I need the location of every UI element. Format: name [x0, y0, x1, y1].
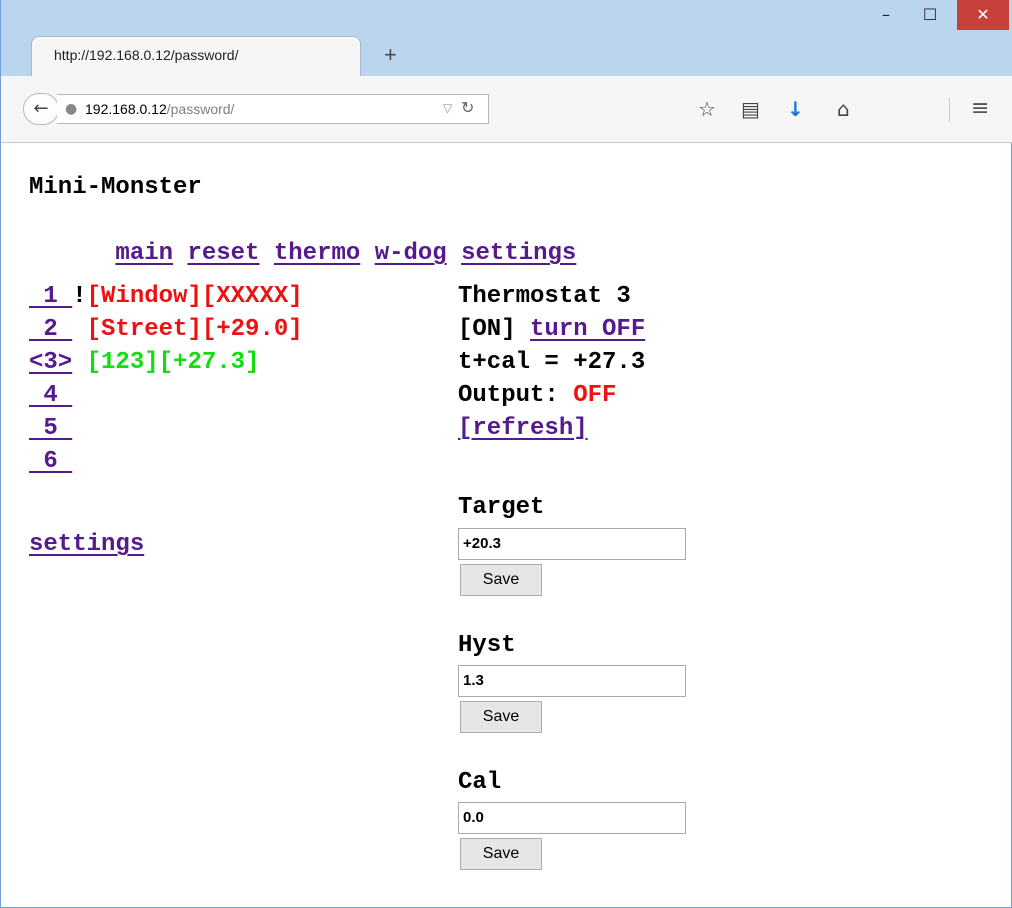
- channel-link[interactable]: <3>: [29, 349, 72, 376]
- maximize-button[interactable]: ☐: [913, 0, 947, 30]
- url-text: 192.168.0.12/password/: [85, 101, 234, 117]
- target-input[interactable]: +20.3: [458, 528, 686, 560]
- navigation-toolbar: ← ● 192.168.0.12/password/ ▽ ↻ ☆ ▤ ↓ ⌂ ≡: [1, 76, 1012, 143]
- nav-settings[interactable]: settings: [461, 240, 576, 267]
- channel-value: [+29.0]: [201, 316, 303, 343]
- tab-title: http://192.168.0.12/password/: [54, 47, 239, 63]
- channel-link[interactable]: 5: [29, 415, 72, 442]
- page-title: Mini-Monster: [29, 174, 202, 201]
- globe-icon: ●: [65, 101, 78, 117]
- reader-icon[interactable]: ▤: [741, 98, 760, 120]
- settings-link[interactable]: settings: [29, 531, 144, 558]
- page-content: Mini-Monster main reset thermo w-dog set…: [1, 143, 1011, 906]
- channel-value: [+27.3]: [158, 349, 260, 376]
- thermostat-title: Thermostat 3: [458, 283, 631, 310]
- close-button[interactable]: ✕: [957, 0, 1009, 30]
- nav-main[interactable]: main: [115, 240, 173, 267]
- download-icon[interactable]: ↓: [787, 98, 804, 120]
- title-bar: http://192.168.0.12/password/ + – ☐ ✕: [1, 0, 1012, 76]
- menu-icon[interactable]: ≡: [971, 96, 989, 121]
- refresh-row: [refresh]: [458, 414, 588, 444]
- browser-tab[interactable]: http://192.168.0.12/password/: [31, 36, 361, 76]
- reload-icon[interactable]: ↻: [461, 98, 474, 117]
- cal-input[interactable]: 0.0: [458, 802, 686, 834]
- thermostat-state-row: [ON] turn OFF: [458, 315, 645, 345]
- cal-save-button[interactable]: Save: [460, 838, 542, 870]
- nav-w-dog[interactable]: w-dog: [375, 240, 447, 267]
- new-tab-button[interactable]: +: [384, 42, 397, 68]
- back-icon[interactable]: ←: [23, 93, 59, 125]
- cal-label: Cal: [458, 769, 502, 796]
- nav-reset[interactable]: reset: [187, 240, 259, 267]
- channel-row: 5: [29, 414, 72, 444]
- settings-link-row: settings: [29, 530, 144, 560]
- hyst-label: Hyst: [458, 632, 516, 659]
- turn-off-link[interactable]: turn OFF: [530, 316, 645, 343]
- hyst-input[interactable]: 1.3: [458, 665, 686, 697]
- home-icon[interactable]: ⌂: [837, 98, 850, 120]
- dropdown-icon[interactable]: ▽: [443, 101, 452, 115]
- target-save-button[interactable]: Save: [460, 564, 542, 596]
- channel-row: <3> [123][+27.3]: [29, 348, 259, 378]
- output-value: OFF: [573, 382, 617, 409]
- channel-value: [XXXXX]: [201, 283, 303, 310]
- channel-row: 2 [Street][+29.0]: [29, 315, 303, 345]
- channel-name: [Window]: [86, 283, 202, 310]
- target-label: Target: [458, 494, 545, 521]
- url-path: /password/: [166, 101, 235, 117]
- output-row: Output: OFF: [458, 381, 616, 411]
- output-label: Output:: [458, 382, 559, 409]
- channel-link[interactable]: 2: [29, 316, 72, 343]
- channel-name: [123]: [86, 349, 159, 376]
- minimize-button[interactable]: –: [869, 0, 903, 30]
- hyst-save-button[interactable]: Save: [460, 701, 542, 733]
- toolbar-divider: [949, 98, 950, 122]
- nav-thermo[interactable]: thermo: [274, 240, 360, 267]
- alert-mark: !: [72, 283, 87, 310]
- star-icon[interactable]: ☆: [698, 98, 716, 120]
- thermostat-state: [ON]: [458, 316, 516, 343]
- tcal-readout: t+cal = +27.3: [458, 349, 646, 376]
- channel-row: 4: [29, 381, 72, 411]
- alert-mark: [72, 316, 86, 343]
- alert-mark: [72, 349, 86, 376]
- channel-link[interactable]: 1: [29, 283, 72, 310]
- url-host: 192.168.0.12: [85, 101, 167, 117]
- channel-link[interactable]: 4: [29, 382, 72, 409]
- channel-row: 1 ![Window][XXXXX]: [29, 282, 303, 312]
- browser-window: http://192.168.0.12/password/ + – ☐ ✕ ← …: [0, 0, 1012, 908]
- channel-name: [Street]: [86, 316, 202, 343]
- channel-link[interactable]: 6: [29, 448, 72, 475]
- address-bar[interactable]: ● 192.168.0.12/password/ ▽ ↻: [57, 94, 489, 124]
- refresh-link[interactable]: [refresh]: [458, 415, 588, 442]
- channel-row: 6: [29, 447, 72, 477]
